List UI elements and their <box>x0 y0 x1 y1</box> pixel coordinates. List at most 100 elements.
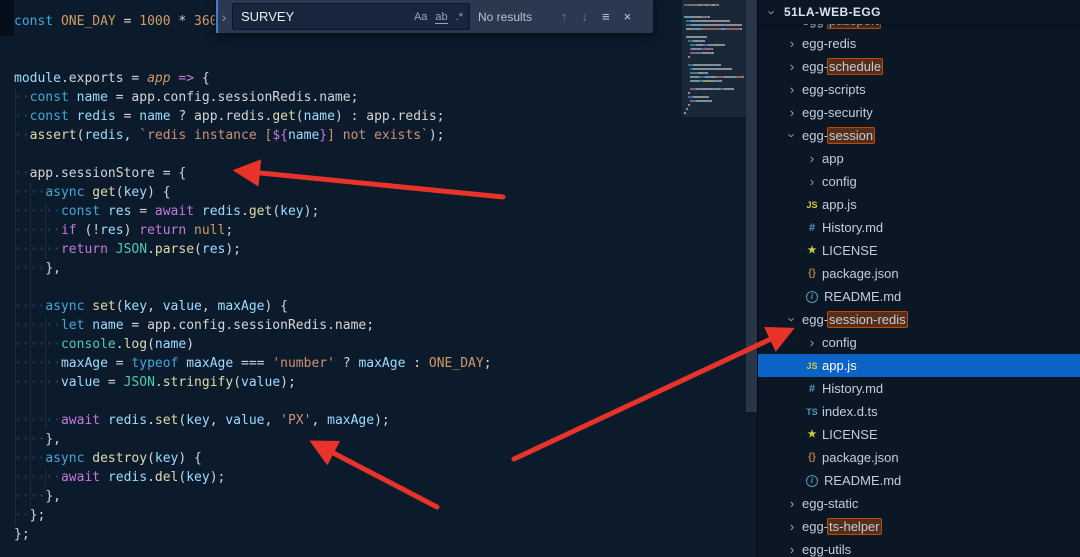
tree-file-LICENSE[interactable]: ★LICENSE <box>758 239 1080 262</box>
find-in-selection-icon[interactable]: ≡ <box>595 9 617 24</box>
code-token: redis <box>84 128 123 143</box>
code-token: : <box>405 356 428 371</box>
regex-icon[interactable]: .* <box>452 10 467 24</box>
minimap-line <box>684 104 744 106</box>
tree-folder-egg-session-redis[interactable]: ›egg-session-redis <box>758 308 1080 331</box>
code-token: ) : app.redis; <box>335 109 445 124</box>
tree-file-app.js[interactable]: JSapp.js <box>758 193 1080 216</box>
code-token: ); <box>225 242 241 257</box>
chevron-right-icon: › <box>804 335 820 350</box>
code-token <box>69 109 77 124</box>
code-line: ··const redis = name ? app.redis.get(nam… <box>0 107 492 126</box>
tree-folder-egg-ts-helper[interactable]: ›egg-ts-helper <box>758 515 1080 538</box>
minimap-line <box>684 52 744 54</box>
tree-item-label: egg-session <box>802 128 874 143</box>
tree-file-README.md[interactable]: iREADME.md <box>758 469 1080 492</box>
minimap-line <box>684 76 744 78</box>
code-token <box>100 204 108 219</box>
tree-folder-egg-session[interactable]: ›egg-session <box>758 124 1080 147</box>
whitespace-dots: ······ <box>14 242 61 257</box>
find-collapse-icon[interactable]: › <box>216 9 232 25</box>
minimap-token <box>727 24 742 26</box>
code-token: = <box>131 204 154 219</box>
chevron-right-icon: › <box>804 174 820 189</box>
minimap-token <box>726 28 740 30</box>
label-text: package.json <box>822 266 899 281</box>
chevron-right-icon: › <box>784 82 800 97</box>
label-text: README.md <box>824 289 901 304</box>
chevron-right-icon: › <box>784 36 800 51</box>
find-next-icon[interactable]: ↓ <box>575 9 596 24</box>
minimap-token <box>720 80 722 82</box>
code-token: . <box>155 375 163 390</box>
code-line: ····async get(key) { <box>0 183 492 202</box>
code-token: redis <box>77 109 116 124</box>
tree-file-History.md[interactable]: #History.md <box>758 216 1080 239</box>
code-token: ( <box>194 242 202 257</box>
minimap-line <box>684 44 744 46</box>
minimap-line <box>684 108 744 110</box>
code-token: ; <box>484 356 492 371</box>
editor-scrollbar[interactable] <box>746 0 757 412</box>
minimap-token <box>704 80 713 82</box>
tree-item-label: README.md <box>824 289 901 304</box>
tree-file-LICENSE[interactable]: ★LICENSE <box>758 423 1080 446</box>
code-editor[interactable]: const ONE_DAY = 1000 * 3600 * 24;module.… <box>0 0 757 557</box>
code-token: exports <box>69 71 124 86</box>
tree-folder-egg-schedule[interactable]: ›egg-schedule <box>758 55 1080 78</box>
tree-folder-egg-scripts[interactable]: ›egg-scripts <box>758 78 1080 101</box>
tree-folder-egg-redis[interactable]: ›egg-redis <box>758 32 1080 55</box>
code-token: const <box>30 109 69 124</box>
tree-file-index.d.ts[interactable]: TSindex.d.ts <box>758 400 1080 423</box>
tree-folder-app[interactable]: ›app <box>758 147 1080 170</box>
whitespace-dots: ·· <box>14 166 30 181</box>
code-token: app.sessionStore = { <box>30 166 187 181</box>
code-token: . <box>147 413 155 428</box>
tree-file-package.json[interactable]: {}package.json <box>758 262 1080 285</box>
code-line: ····async destroy(key) { <box>0 449 492 468</box>
whitespace-dots: ·· <box>14 508 30 523</box>
tree-folder-config[interactable]: ›config <box>758 170 1080 193</box>
tree-folder-egg-utils[interactable]: ›egg-utils <box>758 538 1080 557</box>
minimap-token <box>691 16 698 18</box>
code-token: . <box>116 337 124 352</box>
minimap-token <box>684 112 686 114</box>
find-input[interactable] <box>239 8 410 25</box>
find-previous-icon[interactable]: ↑ <box>554 9 575 24</box>
code-token: name <box>92 318 123 333</box>
code-token: ONE_DAY <box>429 356 484 371</box>
tree-file-package.json[interactable]: {}package.json <box>758 446 1080 469</box>
minimap[interactable] <box>682 0 746 557</box>
tree-file-README.md[interactable]: iREADME.md <box>758 285 1080 308</box>
minimap-token <box>732 88 734 90</box>
code-token: . <box>241 204 249 219</box>
code-line: ······return JSON.parse(res); <box>0 240 492 259</box>
code-line: ····async set(key, value, maxAge) { <box>0 297 492 316</box>
find-close-icon[interactable]: × <box>617 9 639 24</box>
find-widget-sash[interactable] <box>216 0 218 33</box>
tree-file-History.md[interactable]: #History.md <box>758 377 1080 400</box>
tree-item-label: LICENSE <box>822 243 878 258</box>
tree-folder-config[interactable]: ›config <box>758 331 1080 354</box>
minimap-line <box>684 48 744 50</box>
tree-item-label: egg-session-redis <box>802 312 907 327</box>
minimap-line <box>684 60 744 62</box>
code-token: ); <box>429 128 445 143</box>
label-text: egg-static <box>802 496 858 511</box>
tree-file-app.js[interactable]: JSapp.js <box>758 354 1080 377</box>
project-title: 51LA-WEB-EGG <box>784 5 881 19</box>
minimap-token <box>708 16 710 18</box>
tree-folder-egg-static[interactable]: ›egg-static <box>758 492 1080 515</box>
minimap-line <box>684 40 744 42</box>
code-line: ······const res = await redis.get(key); <box>0 202 492 221</box>
whole-word-icon[interactable]: ab <box>431 10 451 24</box>
label-text: egg- <box>802 312 828 327</box>
code-token: ( <box>233 375 241 390</box>
code-token: async <box>45 299 84 314</box>
filter-match-highlight: schedule <box>827 58 883 75</box>
code-token: log <box>124 337 147 352</box>
explorer-section-header[interactable]: › 51LA-WEB-EGG <box>758 0 1080 24</box>
tree-folder-egg-security[interactable]: ›egg-security <box>758 101 1080 124</box>
chevron-right-icon: › <box>784 59 800 74</box>
match-case-icon[interactable]: Aa <box>410 10 431 24</box>
